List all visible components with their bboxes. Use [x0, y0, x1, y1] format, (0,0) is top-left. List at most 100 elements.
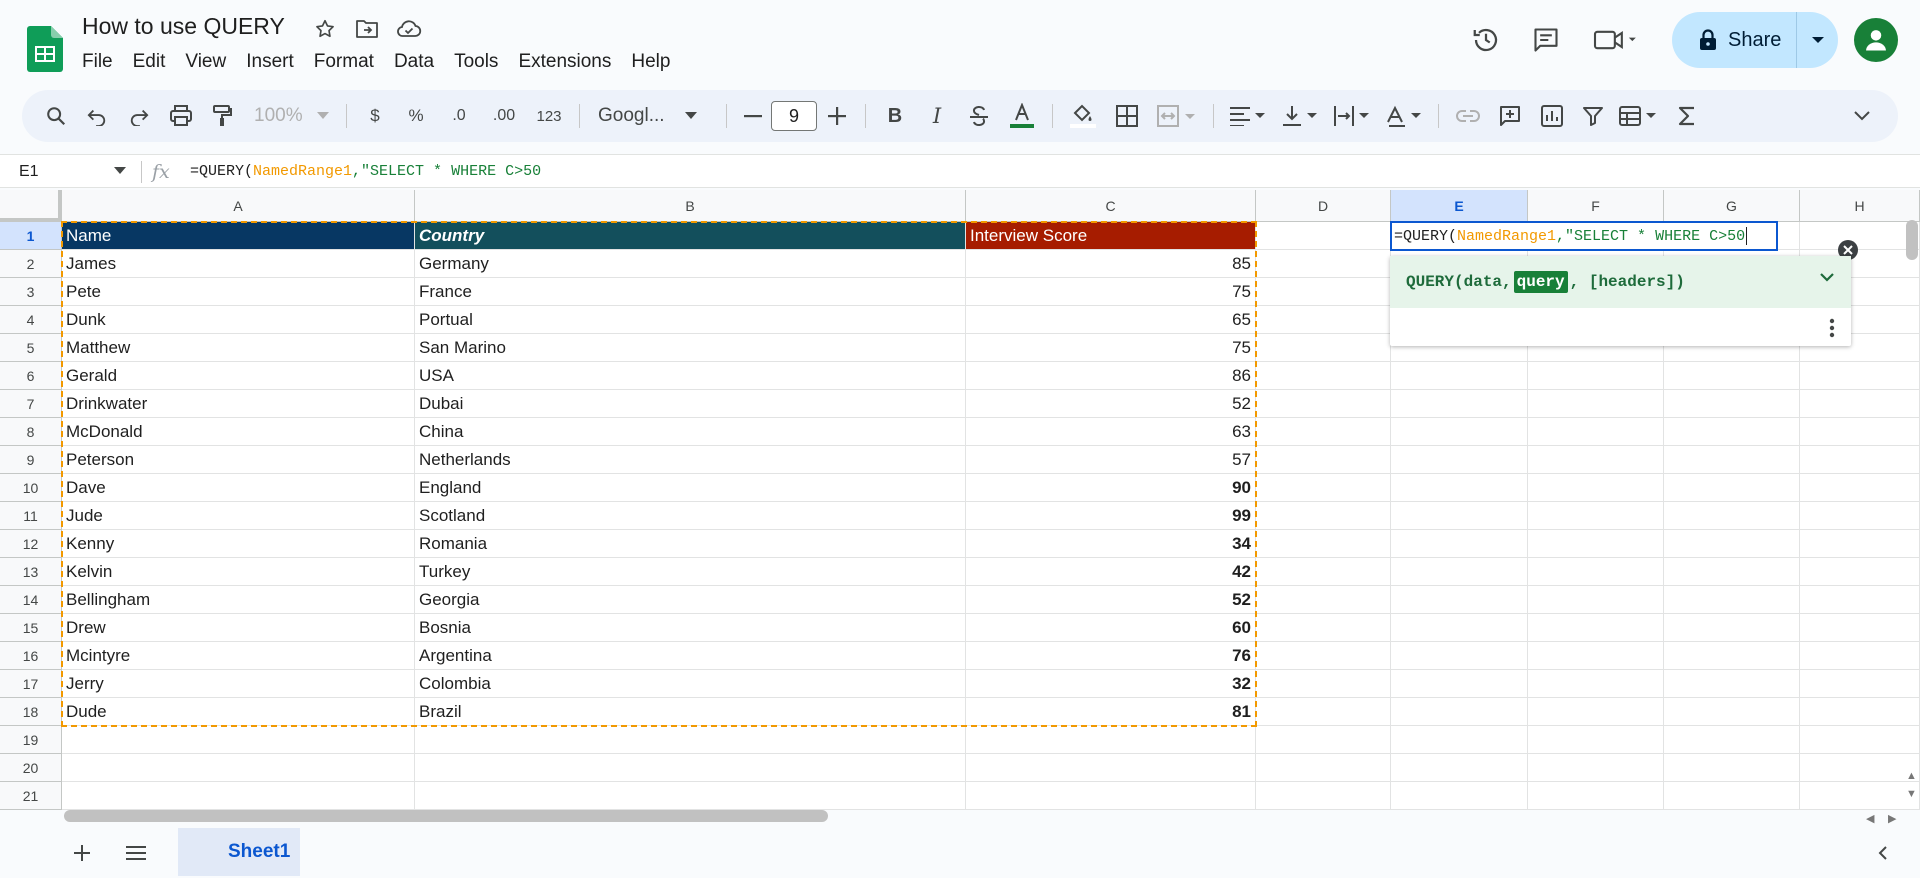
text-wrapping-icon[interactable]	[1326, 98, 1378, 134]
empty-cell[interactable]	[1664, 418, 1800, 446]
empty-cell[interactable]	[1391, 362, 1528, 390]
empty-cell[interactable]	[966, 754, 1256, 782]
menu-file[interactable]: File	[72, 48, 123, 76]
menu-tools[interactable]: Tools	[444, 48, 508, 76]
empty-cell[interactable]	[1391, 530, 1528, 558]
empty-cell[interactable]	[415, 726, 966, 754]
table-cell[interactable]: 85	[966, 250, 1256, 278]
empty-cell[interactable]	[1391, 670, 1528, 698]
formula-input[interactable]: =QUERY(NamedRange1,"SELECT * WHERE C>50	[190, 163, 541, 180]
empty-cell[interactable]	[1391, 474, 1528, 502]
filter-views-icon[interactable]	[1613, 98, 1665, 134]
empty-cell[interactable]	[1391, 698, 1528, 726]
table-cell[interactable]: Gerald	[62, 362, 415, 390]
empty-cell[interactable]	[1256, 334, 1391, 362]
empty-cell[interactable]	[1256, 642, 1391, 670]
row-header-3[interactable]: 3	[0, 278, 62, 306]
table-cell[interactable]: 34	[966, 530, 1256, 558]
more-vert-icon[interactable]	[1829, 318, 1835, 338]
borders-icon[interactable]	[1105, 98, 1149, 134]
row-header-12[interactable]: 12	[0, 530, 62, 558]
empty-cell[interactable]	[1664, 502, 1800, 530]
table-cell[interactable]: Kenny	[62, 530, 415, 558]
table-cell[interactable]: Argentina	[415, 642, 966, 670]
decrease-decimal-button[interactable]: .0	[437, 98, 481, 134]
empty-cell[interactable]	[1800, 586, 1920, 614]
empty-cell[interactable]	[415, 782, 966, 810]
empty-cell[interactable]	[1256, 586, 1391, 614]
menu-help[interactable]: Help	[621, 48, 680, 76]
row-header-4[interactable]: 4	[0, 306, 62, 334]
create-filter-icon[interactable]	[1573, 98, 1613, 134]
empty-cell[interactable]	[1528, 698, 1664, 726]
empty-cell[interactable]	[1528, 586, 1664, 614]
formula-helper-popup[interactable]: QUERY(data, query, [headers])	[1390, 256, 1851, 346]
table-cell[interactable]: England	[415, 474, 966, 502]
table-cell[interactable]: Portual	[415, 306, 966, 334]
spreadsheet-grid[interactable]: ABCDEFGH 1 2 3 4 5 6 7 8 9 10 11 12 13 14 15 16 17 18 19 20…	[0, 190, 1920, 810]
row-header-20[interactable]: 20	[0, 754, 62, 782]
empty-cell[interactable]	[1800, 222, 1920, 250]
empty-cell[interactable]	[1528, 390, 1664, 418]
text-rotation-icon[interactable]	[1378, 98, 1430, 134]
column-header-a[interactable]: A	[62, 190, 415, 222]
table-cell[interactable]: 52	[966, 390, 1256, 418]
empty-cell[interactable]	[1664, 642, 1800, 670]
column-header-e[interactable]: E	[1391, 190, 1528, 222]
table-cell[interactable]: 42	[966, 558, 1256, 586]
empty-cell[interactable]	[1528, 670, 1664, 698]
empty-cell[interactable]	[1391, 446, 1528, 474]
empty-cell[interactable]	[1256, 614, 1391, 642]
empty-cell[interactable]	[415, 754, 966, 782]
empty-cell[interactable]	[1391, 418, 1528, 446]
table-cell[interactable]: Germany	[415, 250, 966, 278]
empty-cell[interactable]	[1256, 474, 1391, 502]
table-cell[interactable]: Mcintyre	[62, 642, 415, 670]
row-header-5[interactable]: 5	[0, 334, 62, 362]
insert-link-icon[interactable]	[1447, 98, 1489, 134]
empty-cell[interactable]	[1528, 530, 1664, 558]
meet-video-icon[interactable]	[1586, 20, 1646, 60]
empty-cell[interactable]	[1256, 782, 1391, 810]
row-header-8[interactable]: 8	[0, 418, 62, 446]
font-size-input[interactable]: 9	[771, 101, 817, 131]
empty-cell[interactable]	[1664, 670, 1800, 698]
collapse-sidebar-icon[interactable]	[1868, 840, 1898, 866]
table-cell[interactable]: Bosnia	[415, 614, 966, 642]
empty-cell[interactable]	[1800, 642, 1920, 670]
row-header-7[interactable]: 7	[0, 390, 62, 418]
empty-cell[interactable]	[1664, 474, 1800, 502]
empty-cell[interactable]	[1528, 362, 1664, 390]
table-cell[interactable]: 86	[966, 362, 1256, 390]
column-header-h[interactable]: H	[1800, 190, 1920, 222]
table-cell[interactable]: 90	[966, 474, 1256, 502]
increase-decimal-button[interactable]: .00	[481, 98, 527, 134]
empty-cell[interactable]	[1256, 698, 1391, 726]
undo-icon[interactable]	[76, 98, 118, 134]
empty-cell[interactable]	[1528, 754, 1664, 782]
table-cell[interactable]: Jude	[62, 502, 415, 530]
empty-cell[interactable]	[1528, 418, 1664, 446]
empty-cell[interactable]	[1800, 726, 1920, 754]
empty-cell[interactable]	[966, 726, 1256, 754]
table-cell[interactable]: France	[415, 278, 966, 306]
account-avatar[interactable]	[1854, 18, 1898, 62]
insert-chart-icon[interactable]	[1531, 98, 1573, 134]
empty-cell[interactable]	[1800, 754, 1920, 782]
table-cell[interactable]: Colombia	[415, 670, 966, 698]
empty-cell[interactable]	[1256, 726, 1391, 754]
horizontal-scrollbar[interactable]	[64, 810, 828, 822]
sheet-tab-sheet1[interactable]: Sheet1	[178, 828, 300, 876]
table-cell[interactable]: James	[62, 250, 415, 278]
row-header-6[interactable]: 6	[0, 362, 62, 390]
table-cell[interactable]: Georgia	[415, 586, 966, 614]
table-cell[interactable]: Netherlands	[415, 446, 966, 474]
empty-cell[interactable]	[1800, 502, 1920, 530]
table-cell[interactable]: Turkey	[415, 558, 966, 586]
column-header-f[interactable]: F	[1528, 190, 1664, 222]
table-cell[interactable]: 52	[966, 586, 1256, 614]
share-dropdown-button[interactable]	[1797, 35, 1838, 45]
empty-cell[interactable]	[1664, 754, 1800, 782]
empty-cell[interactable]	[1800, 698, 1920, 726]
more-formats-button[interactable]: 123	[527, 98, 571, 134]
